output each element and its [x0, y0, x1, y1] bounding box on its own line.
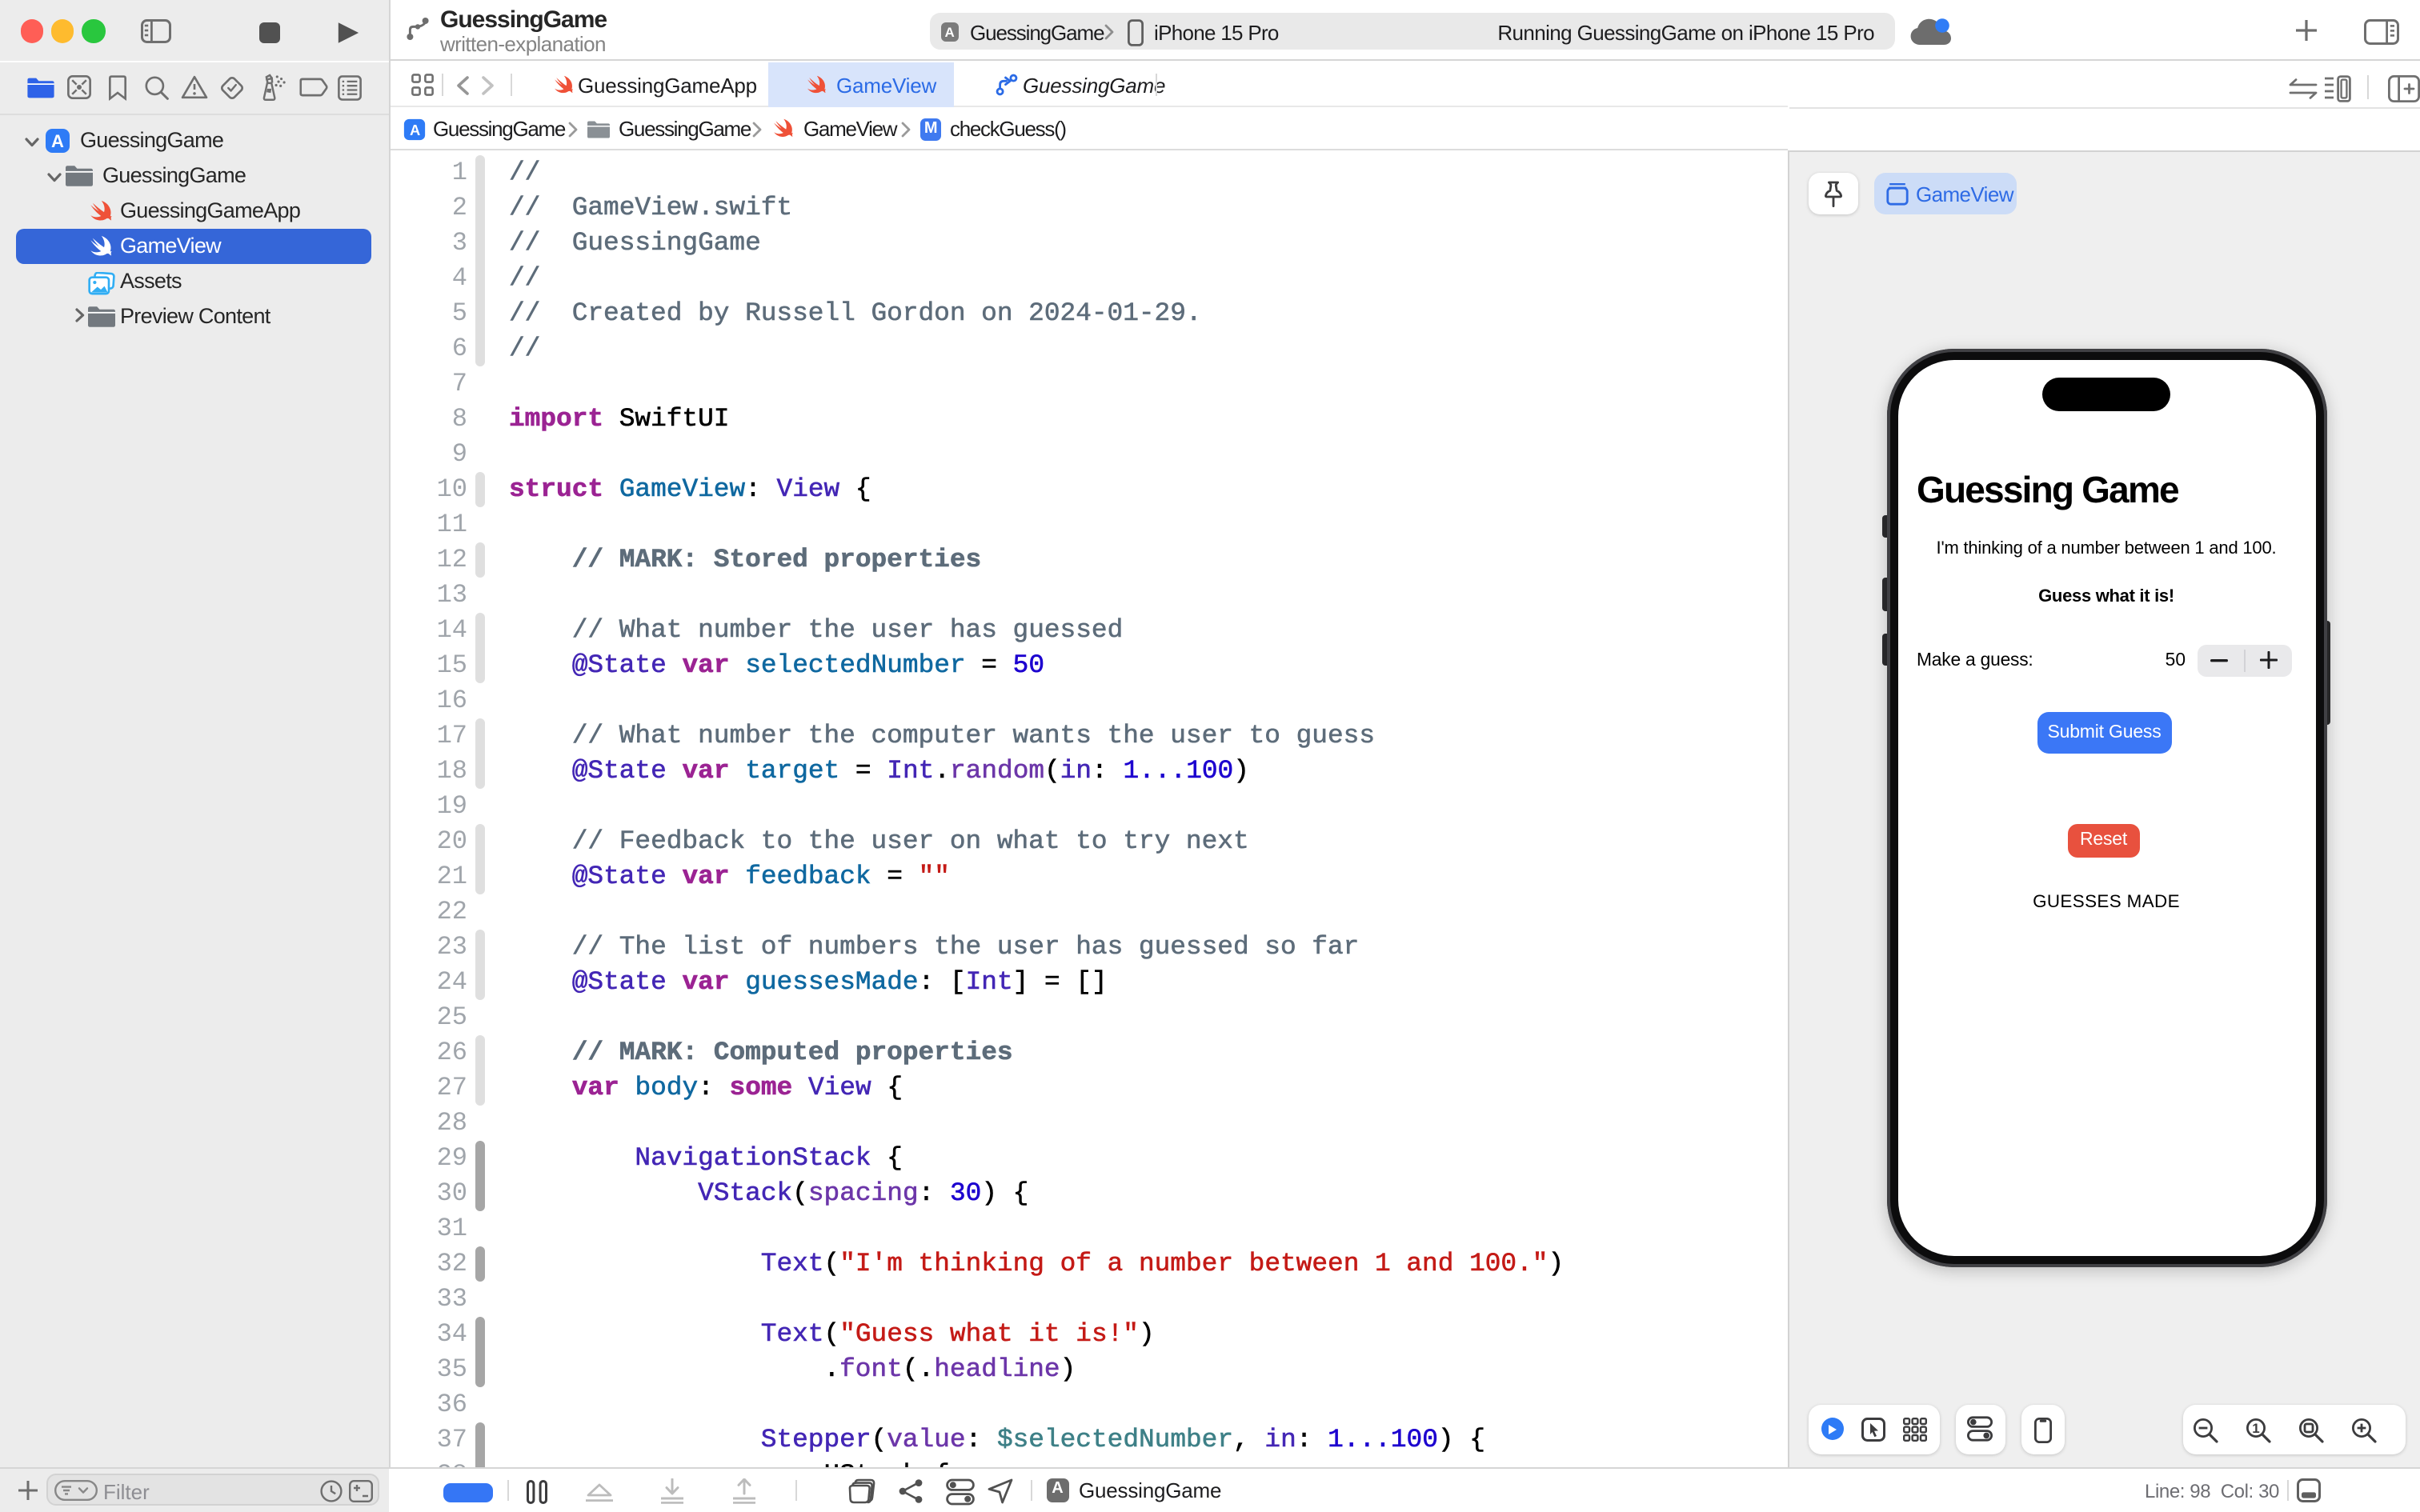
svg-text:A: A — [410, 121, 420, 138]
svg-text:A: A — [51, 131, 64, 151]
svg-text:1: 1 — [2252, 1420, 2259, 1435]
